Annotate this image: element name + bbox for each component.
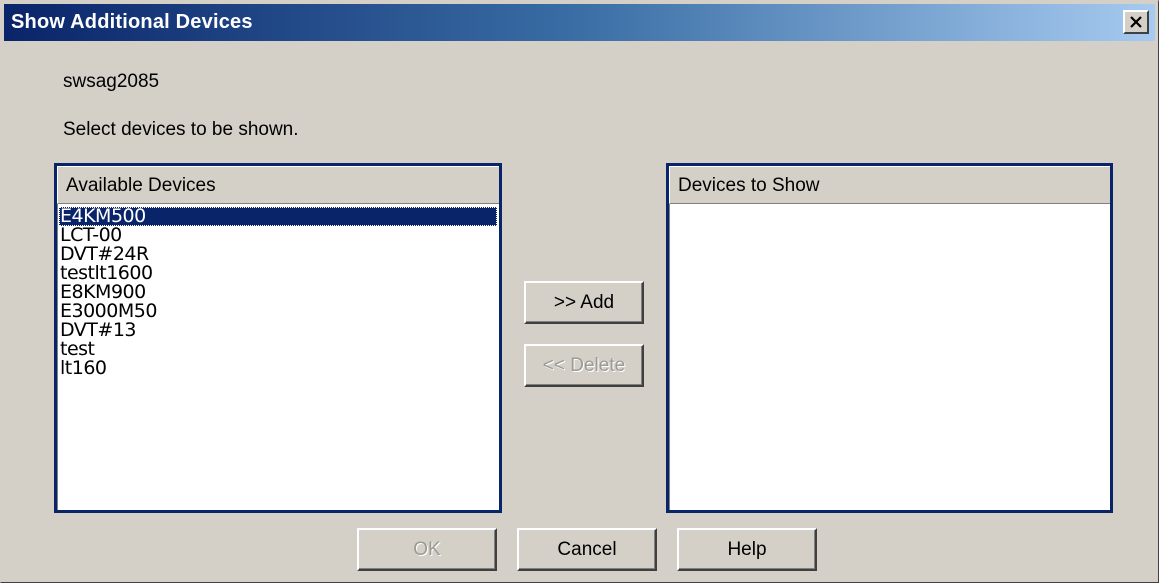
ok-button[interactable]: OK (357, 528, 497, 571)
host-name-label: swsag2085 (63, 71, 160, 92)
close-button[interactable] (1123, 10, 1149, 34)
delete-button[interactable]: << Delete (524, 344, 644, 387)
window-title: Show Additional Devices (11, 11, 253, 33)
list-item[interactable]: E4KM500 (59, 207, 497, 226)
instruction-label: Select devices to be shown. (63, 119, 299, 140)
title-bar[interactable]: Show Additional Devices (4, 4, 1155, 41)
available-devices-list[interactable]: Available Devices E4KM500 LCT-00 DVT#24R t… (54, 163, 502, 513)
list-item[interactable]: DVT#13 (57, 321, 499, 340)
help-button[interactable]: Help (677, 528, 817, 571)
available-devices-items: E4KM500 LCT-00 DVT#24R testlt1600 E8KM900 E3… (57, 204, 499, 378)
available-devices-header: Available Devices (57, 166, 499, 204)
devices-to-show-header: Devices to Show (669, 166, 1110, 204)
list-item[interactable]: lt160 (57, 359, 499, 378)
devices-to-show-list[interactable]: Devices to Show (666, 163, 1113, 513)
close-icon (1130, 16, 1142, 28)
cancel-button[interactable]: Cancel (517, 528, 657, 571)
list-item[interactable]: test (57, 340, 499, 359)
add-button[interactable]: >> Add (524, 281, 644, 324)
dialog-window: Show Additional Devices swsag2085 Select… (0, 0, 1159, 583)
devices-to-show-items (669, 204, 1110, 207)
